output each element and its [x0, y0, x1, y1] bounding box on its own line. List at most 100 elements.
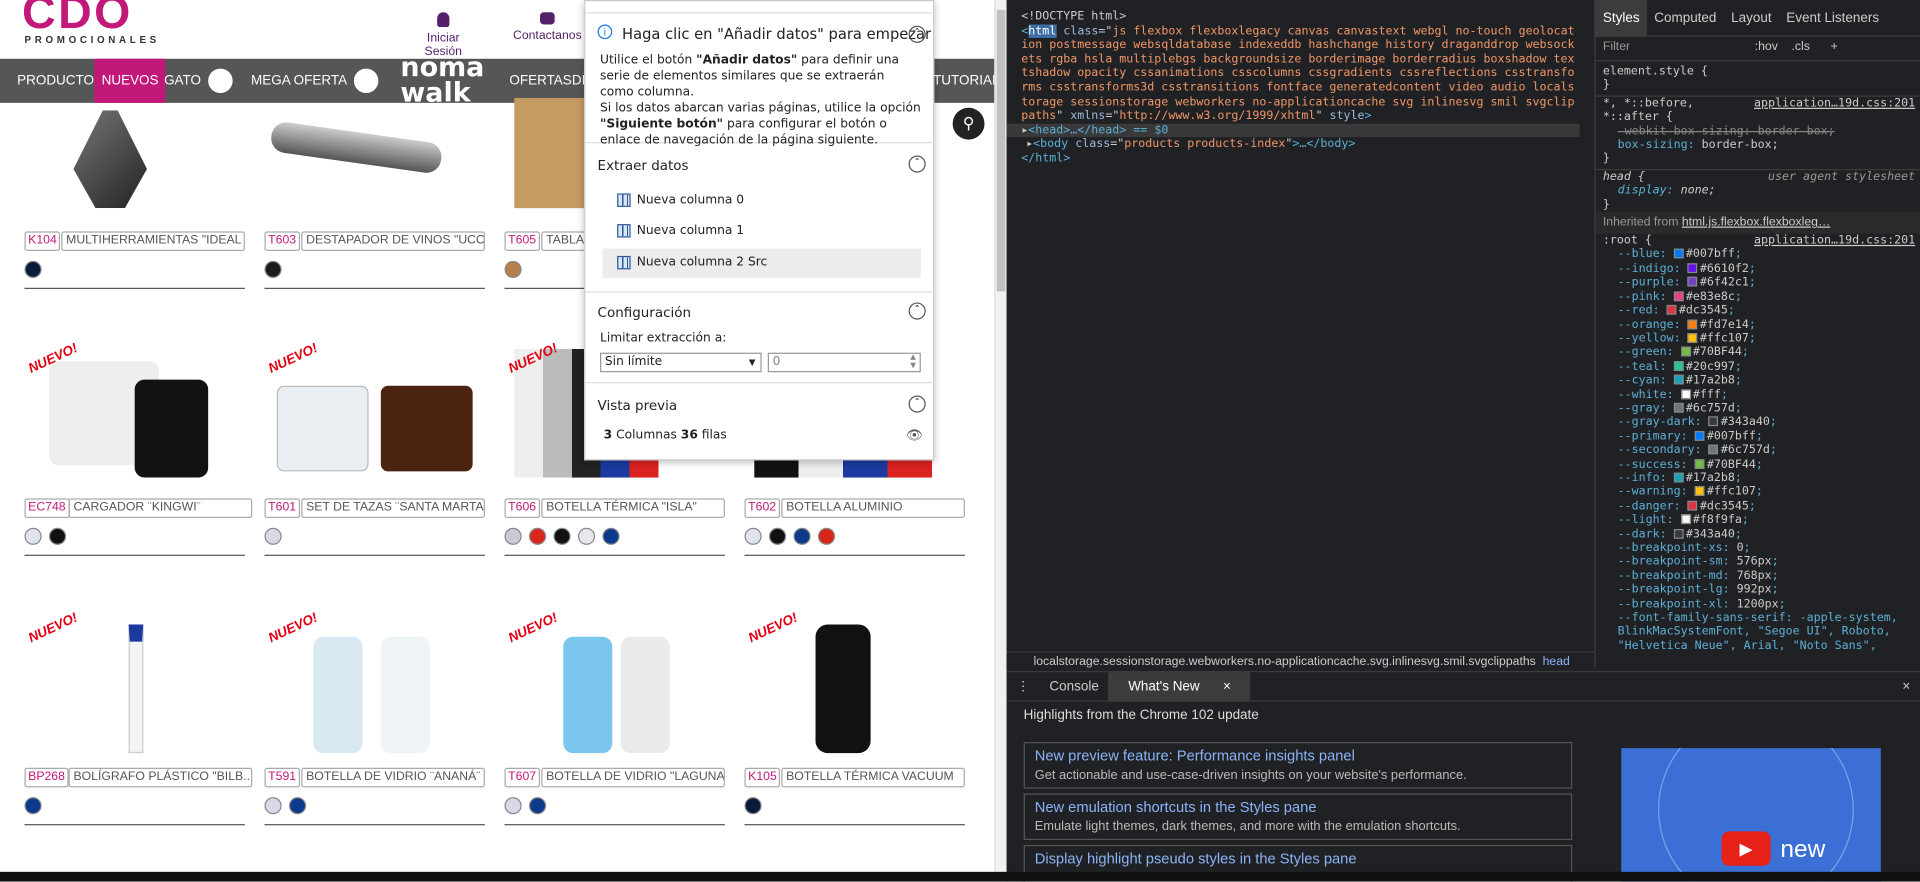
webkit-box-sizing-prop[interactable]: -webkit-box-sizing: border-box; [1596, 124, 1920, 138]
color-swatch-icon[interactable] [1673, 360, 1684, 371]
css-var-orange[interactable]: --orange: #fd7e14; [1596, 318, 1920, 332]
collapse-extract-chevron-icon[interactable]: ˆ [908, 155, 926, 173]
css-var-blue[interactable]: --blue: #007bff; [1596, 248, 1920, 262]
html-node[interactable]: <html class="js flexbox flexboxlegacy ca… [1021, 23, 1579, 123]
nav-mega-oferta[interactable]: MEGA OFERTA [244, 59, 387, 103]
color-swatch-icon[interactable] [1673, 249, 1684, 259]
product-code[interactable]: T607 [504, 767, 540, 788]
product-image[interactable] [24, 98, 244, 220]
product-name[interactable]: CARGADOR ¨KINGWI¨ [68, 498, 253, 518]
color-swatch-icon[interactable] [1694, 430, 1705, 441]
product-code[interactable]: K104 [24, 231, 61, 252]
color-swatch-icon[interactable] [1687, 263, 1698, 273]
product-code[interactable]: EC748 [24, 498, 70, 518]
cls-toggle[interactable]: .cls [1791, 40, 1809, 53]
product-code[interactable]: T605 [504, 231, 540, 252]
collapse-config-chevron-icon[interactable]: ˆ [908, 302, 926, 320]
color-swatch[interactable] [24, 527, 42, 545]
css-var-teal[interactable]: --teal: #20c997; [1596, 360, 1920, 374]
css-var-breakpoint-xl[interactable]: --breakpoint-xl: 1200px; [1596, 597, 1920, 611]
collapse-preview-chevron-icon[interactable]: ˆ [908, 395, 926, 413]
product-image[interactable] [264, 618, 484, 754]
color-swatch-icon[interactable] [1680, 346, 1691, 357]
color-swatch[interactable] [528, 797, 547, 815]
color-swatch[interactable] [602, 527, 620, 545]
color-swatch-icon[interactable] [1666, 305, 1677, 315]
color-swatch-icon[interactable] [1673, 528, 1684, 539]
product-image[interactable] [264, 98, 484, 220]
product-image[interactable] [24, 349, 244, 478]
color-swatch-icon[interactable] [1687, 332, 1698, 343]
color-swatch[interactable] [48, 527, 67, 545]
search-button[interactable]: ⚲ [952, 107, 985, 140]
css-var-warning[interactable]: --warning: #ffc107; [1596, 485, 1920, 499]
css-var-breakpoint-sm[interactable]: --breakpoint-sm: 576px; [1596, 555, 1920, 569]
color-swatch-icon[interactable] [1694, 486, 1705, 497]
css-var-light[interactable]: --light: #f8f9fa; [1596, 513, 1920, 527]
css-var-breakpoint-xs[interactable]: --breakpoint-xs: 0; [1596, 541, 1920, 555]
add-rule-icon[interactable]: + [1831, 40, 1838, 53]
product-name[interactable]: MULTIHERRAMIENTAS "IDEAL ... [61, 231, 245, 252]
product-code[interactable]: T591 [264, 767, 300, 788]
contact-link[interactable]: Contactanos [512, 12, 583, 43]
color-swatch-icon[interactable] [1680, 388, 1691, 399]
color-swatch[interactable] [504, 797, 522, 815]
color-swatch-icon[interactable] [1708, 444, 1719, 455]
whats-new-title-1[interactable]: New emulation shortcuts in the Styles pa… [1035, 798, 1562, 815]
product-code[interactable]: T606 [504, 498, 540, 518]
product-name[interactable]: DESTAPADOR DE VINOS "UCO" [301, 231, 485, 252]
inherited-source[interactable]: html.js.flexbox.flexboxleg… [1682, 216, 1830, 229]
product-image[interactable] [504, 618, 724, 754]
product-code[interactable]: T602 [744, 498, 780, 518]
color-swatch-icon[interactable] [1673, 402, 1684, 413]
css-var-indigo[interactable]: --indigo: #6610f2; [1596, 262, 1920, 276]
product-name[interactable]: BOTELLA TÉRMICA VACUUM [781, 767, 965, 788]
limit-number-input[interactable]: 0 ▲ ▼ [767, 352, 921, 373]
column-row-2[interactable]: Nueva columna 2 Src [602, 248, 921, 278]
product-card[interactable]: K104 MULTIHERRAMIENTAS "IDEAL ... [24, 104, 245, 300]
whats-new-title-0[interactable]: New preview feature: Performance insight… [1035, 747, 1562, 764]
tab-styles[interactable]: Styles [1595, 0, 1647, 37]
css-var-breakpoint-md[interactable]: --breakpoint-md: 768px; [1596, 569, 1920, 583]
root-source-link[interactable]: application…19d.css:201 [1754, 234, 1915, 248]
css-source-link[interactable]: application…19d.css:201 [1754, 97, 1915, 111]
product-name[interactable]: BOTELLA DE VIDRIO ¨ANANÁ¨ [301, 767, 485, 788]
css-var-green[interactable]: --green: #70BF44; [1596, 346, 1920, 360]
color-swatch[interactable] [504, 260, 522, 278]
css-var-pink[interactable]: --pink: #e83e8c; [1596, 290, 1920, 304]
product-card[interactable]: T603 DESTAPADOR DE VINOS "UCO" [264, 104, 485, 300]
spinner-icon[interactable]: ▲ ▼ [910, 353, 916, 370]
css-var-red[interactable]: --red: #dc3545; [1596, 304, 1920, 318]
product-card[interactable]: NUEVO! K105 BOTELLA TÉRMICA VACUUM [744, 610, 965, 826]
css-var-info[interactable]: --info: #17a2b8; [1596, 471, 1920, 485]
product-image[interactable] [264, 349, 484, 472]
css-var-danger[interactable]: --danger: #dc3545; [1596, 499, 1920, 513]
hov-toggle[interactable]: :hov [1755, 40, 1778, 53]
play-icon[interactable]: ▶ [1721, 831, 1771, 866]
color-swatch-icon[interactable] [1680, 514, 1691, 525]
color-swatch[interactable] [744, 797, 762, 815]
color-swatch[interactable] [793, 527, 811, 545]
tab-console[interactable]: Console [1040, 672, 1109, 701]
css-var-primary[interactable]: --primary: #007bff; [1596, 429, 1920, 443]
eye-icon[interactable]: 👁 [906, 427, 923, 443]
product-code[interactable]: T601 [264, 498, 300, 518]
product-card[interactable]: NUEVO! T591 BOTELLA DE VIDRIO ¨ANANÁ¨ [264, 610, 485, 826]
css-var-purple[interactable]: --purple: #6f42c1; [1596, 276, 1920, 290]
css-var-success[interactable]: --success: #70BF44; [1596, 457, 1920, 471]
product-image[interactable] [744, 618, 964, 754]
color-swatch-icon[interactable] [1673, 374, 1684, 385]
drawer-menu-icon[interactable]: ⋮ [1007, 672, 1040, 701]
css-var-secondary[interactable]: --secondary: #6c757d; [1596, 443, 1920, 457]
color-swatch[interactable] [264, 527, 282, 545]
color-swatch[interactable] [817, 527, 836, 545]
css-var-yellow[interactable]: --yellow: #ffc107; [1596, 332, 1920, 346]
product-name[interactable]: BOTELLA ALUMINIO [781, 498, 965, 518]
color-swatch[interactable] [24, 797, 42, 815]
tab-event-listeners[interactable]: Event Listeners [1779, 0, 1887, 36]
collapse-intro-chevron-icon[interactable]: ˆ [908, 25, 926, 43]
column-row-0[interactable]: Nueva columna 0 [602, 186, 920, 215]
product-name[interactable]: BOTELLA TÉRMICA "ISLA" [541, 498, 725, 518]
css-var-dark[interactable]: --dark: #343a40; [1596, 527, 1920, 541]
color-swatch[interactable] [768, 527, 787, 545]
